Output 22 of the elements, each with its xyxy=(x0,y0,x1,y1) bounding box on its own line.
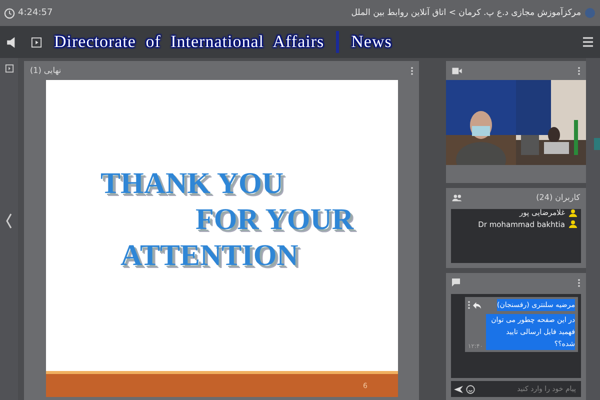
slide-text: FOR YOUR xyxy=(196,204,355,234)
pod-title: کاربران (24) xyxy=(536,193,580,202)
slide-text: ATTENTION xyxy=(120,240,300,270)
banner-section: News xyxy=(351,32,392,52)
people-icon xyxy=(452,194,462,202)
session-timer: 4:24:57 xyxy=(18,8,53,18)
menu-icon[interactable] xyxy=(582,36,594,48)
slide-text: THANK YOU xyxy=(100,168,285,198)
reply-icon[interactable] xyxy=(473,302,481,308)
person-icon xyxy=(569,220,577,228)
chevron-left-icon[interactable] xyxy=(5,213,13,229)
send-icon[interactable] xyxy=(454,384,463,394)
clock-icon xyxy=(4,8,15,18)
person-icon xyxy=(569,209,577,217)
breadcrumb: مرکزآموزش مجازی د.ع پ. کرمان > اتاق آنلاین روابط بین الملل xyxy=(351,8,581,18)
banner-title: Directorate of International Affairs xyxy=(54,32,324,52)
chat-icon xyxy=(452,278,460,287)
emoji-icon[interactable] xyxy=(466,384,475,394)
pod-icon[interactable] xyxy=(4,64,14,73)
pod-title: نهایی (1) xyxy=(30,66,62,75)
camera-icon xyxy=(452,66,462,74)
play-icon[interactable] xyxy=(31,36,42,48)
